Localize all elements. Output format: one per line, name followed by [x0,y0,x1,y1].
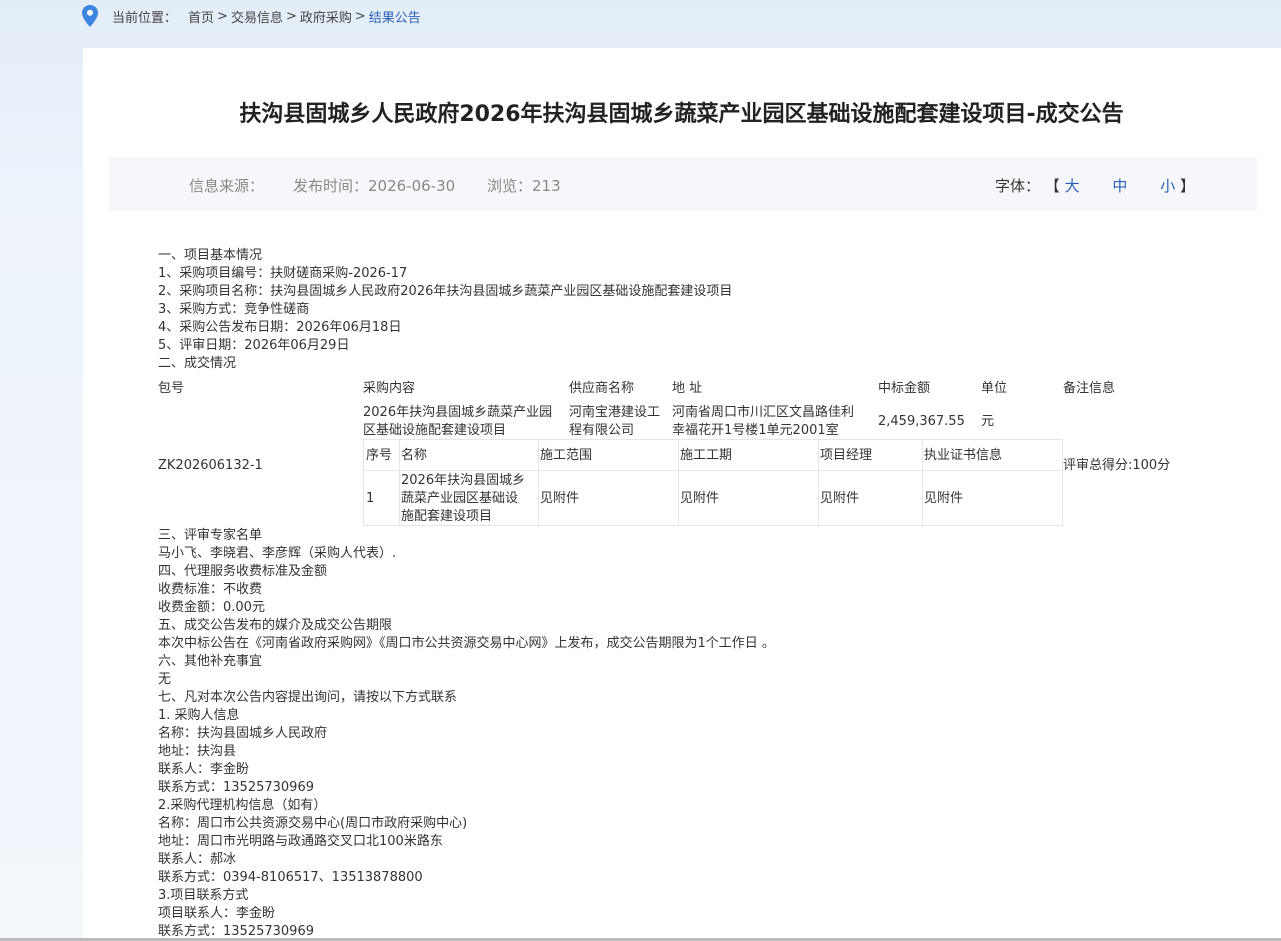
header-remark: 备注信息 [1063,381,1116,396]
article-info-bar: 信息来源： 发布时间：2026-06-30 浏览：213 字体： 【 大 中 小… [109,157,1257,211]
breadcrumb-trading-info[interactable]: 交易信息 [231,7,283,26]
header-unit: 单位 [981,381,1008,396]
breadcrumb-home[interactable]: 首页 [188,7,214,26]
content-line: 4、采购公告发布日期：2026年06月18日 [158,320,402,335]
section-heading: 六、其他补充事宜 [158,654,263,669]
content-line: 联系人：李金盼 [158,762,250,777]
breadcrumb-separator: > [217,8,228,24]
info-source: 信息来源： [189,177,265,195]
content-line: 名称：扶沟县固城乡人民政府 [158,726,328,741]
info-publish-time: 发布时间：2026-06-30 [293,177,456,195]
content-line: 3、采购方式：竞争性磋商 [158,302,310,317]
breadcrumb-separator: > [285,8,297,24]
breadcrumb-separator: > [354,8,366,24]
content-line: 项目联系人：李金盼 [158,906,276,921]
content-line: 联系人：郝冰 [158,852,237,867]
construction-subtable: 序号 名称 施工范围 施工工期 项目经理 执业证书信息 1 2026年扶沟县固城… [363,439,1063,526]
section-heading: 五、成交公告发布的媒介及成交公告期限 [158,618,393,633]
page-title: 扶沟县固城乡人民政府2026年扶沟县固城乡蔬菜产业园区基础设施配套建设项目-成交… [239,102,1124,127]
header-amount: 中标金额 [878,381,931,396]
content-line: 地址：扶沟县 [158,744,237,759]
supplier-line-2: 程有限公司 [569,423,635,438]
content-line: 马小飞、李晓君、李彦辉（采购人代表）. [158,546,397,561]
header-supplier: 供应商名称 [569,381,635,396]
content-line: 3.项目联系方式 [158,888,249,903]
sub-row-manager: 见附件 [820,491,860,506]
content-line: 收费标准：不收费 [158,582,263,597]
content-line-1: 2026年扶沟县固城乡蔬菜产业园 [363,405,553,420]
address-line-2: 幸福花开1号楼1单元2001室 [672,423,839,438]
content-line: 2、采购项目名称：扶沟县固城乡人民政府2026年扶沟县固城乡蔬菜产业园区基础设施… [158,284,733,299]
project-basic-info: 一、项目基本情况 1、采购项目编号：扶财磋商采购-2026-17 2、采购项目名… [158,247,1208,373]
sub-header-cert: 执业证书信息 [924,448,1003,463]
header-content: 采购内容 [363,381,416,396]
font-small-button[interactable]: 小 [1160,177,1175,195]
address-line-1: 河南省周口市川汇区文昌路佳利 [672,405,855,420]
supplier-line-1: 河南宝港建设工 [569,405,661,420]
content-line: 5、评审日期：2026年06月29日 [158,338,350,353]
sub-header-scope: 施工范围 [540,448,593,463]
sub-header-manager: 项目经理 [820,448,873,463]
sub-row-name-line-1: 2026年扶沟县固城乡 [401,473,526,488]
section-heading: 七、凡对本次公告内容提出询问，请按以下方式联系 [158,690,458,705]
bracket-close: 】 [1179,177,1195,195]
bracket-open: 【 [1044,177,1060,195]
deal-unit: 元 [981,414,995,429]
content-line: 联系方式：0394-8106517、13513878800 [158,870,423,885]
content-line: 地址：周口市光明路与政通路交叉口北100米路东 [158,834,443,849]
section-heading: 一、项目基本情况 [158,248,263,263]
announcement-details: 三、评审专家名单 马小飞、李晓君、李彦辉（采购人代表）. 四、代理服务收费标准及… [158,527,1208,941]
deal-amount: 2,459,367.55 [878,414,965,429]
section-heading: 四、代理服务收费标准及金额 [158,564,328,579]
content-line: 名称：周口市公共资源交易中心(周口市政府采购中心) [158,816,468,831]
content-line: 无 [158,672,172,687]
sub-row-period: 见附件 [680,491,720,506]
sub-row-name-line-2: 蔬菜产业园区基础设 [401,491,519,506]
sub-header-no: 序号 [366,448,393,463]
sub-row-scope: 见附件 [540,491,580,506]
sub-row-no: 1 [366,491,375,506]
content-line: 联系方式：13525730969 [158,780,314,795]
font-size-switcher: 字体： 【 大 中 小 】 [995,175,1195,196]
sub-row-name-line-3: 施配套建设项目 [401,509,493,524]
section-heading: 二、成交情况 [158,356,237,371]
breadcrumb-prefix: 当前位置： [112,10,178,26]
header-address: 地 址 [672,381,703,396]
content-line: 1. 采购人信息 [158,708,240,723]
location-pin-icon [82,5,98,27]
deal-table: 包号 采购内容 供应商名称 地 址 中标金额 单位 备注信息 2026年扶沟县固… [158,378,1198,526]
sub-header-period: 施工工期 [680,448,733,463]
section-heading: 三、评审专家名单 [158,528,263,543]
breadcrumb-gov-procurement[interactable]: 政府采购 [300,7,352,26]
sub-header-name: 名称 [401,448,428,463]
sub-row-cert: 见附件 [924,491,964,506]
content-line: 本次中标公告在《河南省政府采购网》《周口市公共资源交易中心网》上发布，成交公告期… [158,636,775,651]
header-package: 包号 [158,381,185,396]
content-line: 收费金额：0.00元 [158,600,265,615]
content-line: 1、采购项目编号：扶财磋商采购-2026-17 [158,266,408,281]
breadcrumb: 当前位置： 首页 > 交易信息 > 政府采购 > 结果公告 [82,5,421,27]
font-size-label: 字体： [995,177,1041,195]
package-number: ZK202606132-1 [158,458,263,473]
breadcrumb-current[interactable]: 结果公告 [369,7,421,26]
font-medium-button[interactable]: 中 [1112,177,1127,195]
deal-remark: 评审总得分:100分 [1063,458,1171,473]
font-large-button[interactable]: 大 [1065,177,1080,195]
content-line: 2.采购代理机构信息（如有） [158,798,327,813]
info-views: 浏览：213 [487,177,561,195]
content-line-2: 区基础设施配套建设项目 [363,423,507,438]
